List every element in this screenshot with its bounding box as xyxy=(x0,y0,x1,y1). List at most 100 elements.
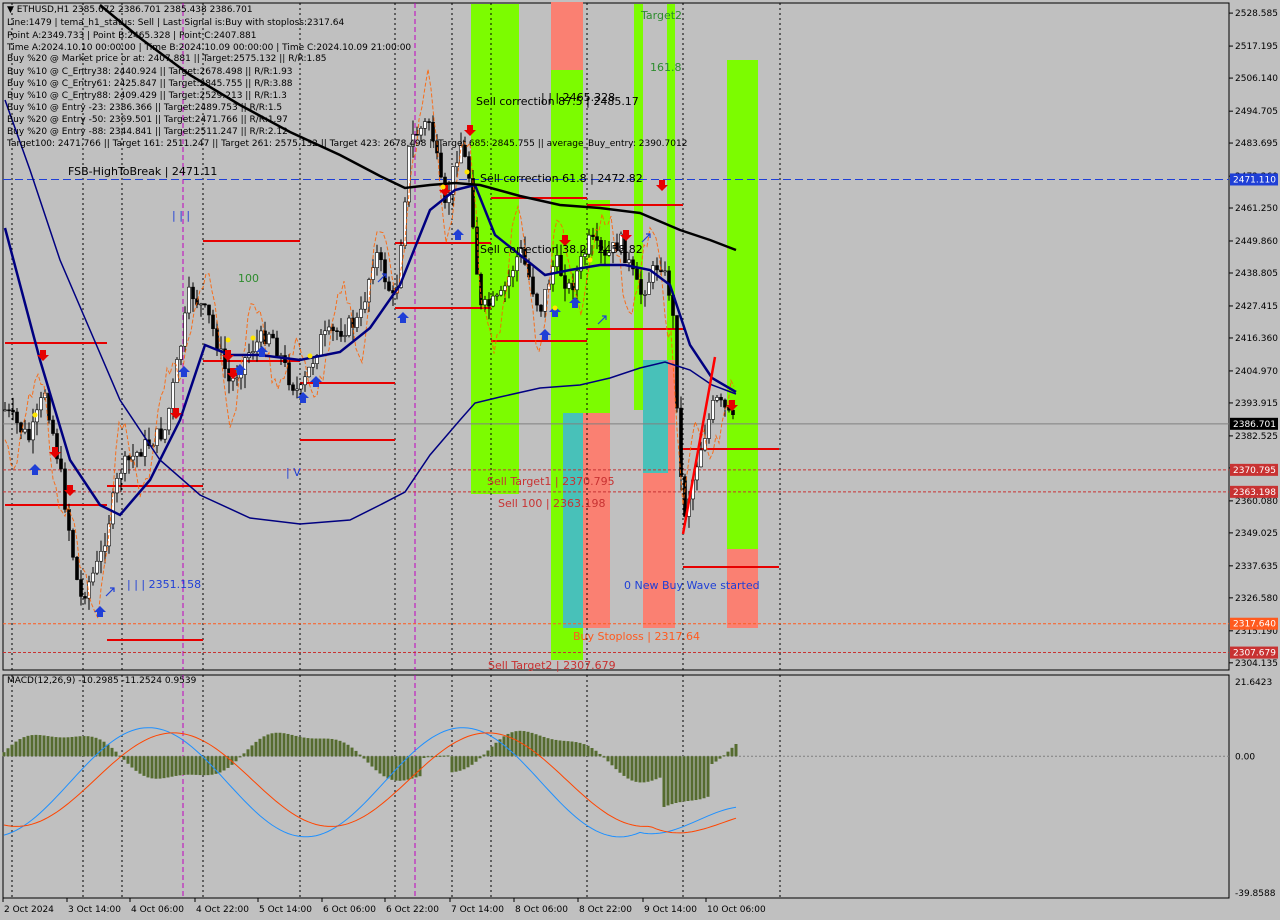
candle-body xyxy=(135,452,139,457)
candle-body xyxy=(75,556,79,580)
macd-bar xyxy=(386,756,390,779)
macd-bar xyxy=(190,756,194,775)
candle-body xyxy=(635,268,639,280)
candle-body xyxy=(191,286,195,300)
candle-body xyxy=(719,397,723,401)
macd-bar xyxy=(2,752,6,757)
candle-body xyxy=(491,295,495,307)
y-tick-label-12: 2393.915 xyxy=(1235,399,1278,409)
candle-body xyxy=(299,384,303,390)
annotation-12: 161.8 xyxy=(650,61,682,74)
candle-body xyxy=(119,472,123,479)
x-tick-label-1: 3 Oct 14:00 xyxy=(68,905,121,915)
macd-bar xyxy=(606,756,610,762)
candle-body xyxy=(647,281,651,295)
y-tick-label-9: 2427.415 xyxy=(1235,302,1278,312)
candle-body xyxy=(723,399,727,408)
macd-bar xyxy=(50,736,54,757)
x-tick-label-4: 5 Oct 14:00 xyxy=(259,905,312,915)
macd-bar xyxy=(410,756,414,779)
price-tag-4: 2317.640 xyxy=(1233,620,1276,630)
candle-body xyxy=(515,256,519,271)
candle-body xyxy=(419,128,423,136)
candle-body xyxy=(379,252,383,261)
macd-bar xyxy=(514,731,518,757)
macd-y-tick-0: 21.6423 xyxy=(1235,678,1272,688)
macd-bar xyxy=(258,738,262,757)
macd-bar xyxy=(642,756,646,783)
macd-bar xyxy=(314,738,318,757)
macd-bar xyxy=(674,756,678,804)
macd-bar xyxy=(462,756,466,770)
macd-bar xyxy=(290,734,294,757)
y-tick-label-4: 2483.695 xyxy=(1235,139,1278,149)
macd-bar xyxy=(602,756,606,758)
macd-bar xyxy=(270,733,274,757)
macd-signal-line xyxy=(3,732,737,834)
price-tag-3: 2363.198 xyxy=(1233,488,1276,498)
macd-bar xyxy=(282,733,286,757)
macd-bar xyxy=(322,738,326,757)
macd-bar xyxy=(266,734,270,757)
macd-bar xyxy=(694,756,698,801)
macd-bar xyxy=(382,756,386,777)
macd-bar xyxy=(734,743,738,757)
macd-bar xyxy=(354,750,358,757)
candle-body xyxy=(199,303,203,306)
yellow-marker-2 xyxy=(440,184,446,190)
macd-bar xyxy=(586,745,590,757)
y-tick-label-2: 2506.140 xyxy=(1235,74,1278,84)
y-tick-label-18: 2326.580 xyxy=(1235,594,1278,604)
candle-body xyxy=(551,266,555,285)
info-line-4: Buy %20 @ Market price or at: 2407.881 |… xyxy=(7,54,327,64)
macd-bar xyxy=(158,756,162,779)
candle-body xyxy=(123,455,127,474)
macd-bar xyxy=(110,747,114,757)
macd-bar xyxy=(438,755,442,757)
macd-bar xyxy=(242,753,246,757)
macd-bar xyxy=(422,756,426,759)
annotation-6: Sell 100 | 2363.198 xyxy=(498,497,606,510)
x-tick-label-3: 4 Oct 22:00 xyxy=(196,905,249,915)
macd-bar xyxy=(38,735,42,757)
macd-main-line xyxy=(3,727,737,838)
candle-body xyxy=(63,468,67,510)
macd-bar xyxy=(426,756,430,758)
macd-bar xyxy=(194,756,198,775)
macd-histogram xyxy=(2,730,738,807)
macd-bar xyxy=(446,755,450,757)
macd-bar xyxy=(570,741,574,757)
candle-body xyxy=(383,259,387,283)
macd-bar xyxy=(550,739,554,757)
macd-bar xyxy=(546,738,550,757)
macd-bar xyxy=(262,736,266,757)
macd-bar xyxy=(370,756,374,767)
macd-y-tick-1: 0.00 xyxy=(1235,752,1255,762)
yellow-marker-6 xyxy=(250,335,256,341)
candle-body xyxy=(51,419,55,434)
candle-body xyxy=(7,409,11,412)
macd-bar xyxy=(206,756,210,776)
candle-body xyxy=(495,294,499,297)
price-tag-2: 2370.795 xyxy=(1233,466,1276,476)
annotation-15: | V xyxy=(286,466,301,479)
candle-body xyxy=(155,428,159,446)
macd-bar xyxy=(310,738,314,757)
candle-body xyxy=(375,252,379,268)
macd-bar xyxy=(482,754,486,757)
macd-bar xyxy=(246,749,250,757)
macd-label: MACD(12,26,9) -10.2985 -11.2524 0.9539 xyxy=(7,676,197,686)
macd-bar xyxy=(442,755,446,757)
macd-bar xyxy=(594,750,598,757)
candle-body xyxy=(11,409,15,413)
macd-bar xyxy=(658,756,662,778)
candle-body xyxy=(483,299,487,306)
macd-panel-frame xyxy=(2,674,1230,899)
macd-bar xyxy=(730,747,734,757)
annotation-13: 100 xyxy=(238,272,259,285)
x-tick-label-7: 7 Oct 14:00 xyxy=(451,905,504,915)
yellow-marker-3 xyxy=(464,169,470,175)
macd-bar xyxy=(618,756,622,773)
candle-body xyxy=(39,397,43,411)
macd-bar xyxy=(330,738,334,757)
